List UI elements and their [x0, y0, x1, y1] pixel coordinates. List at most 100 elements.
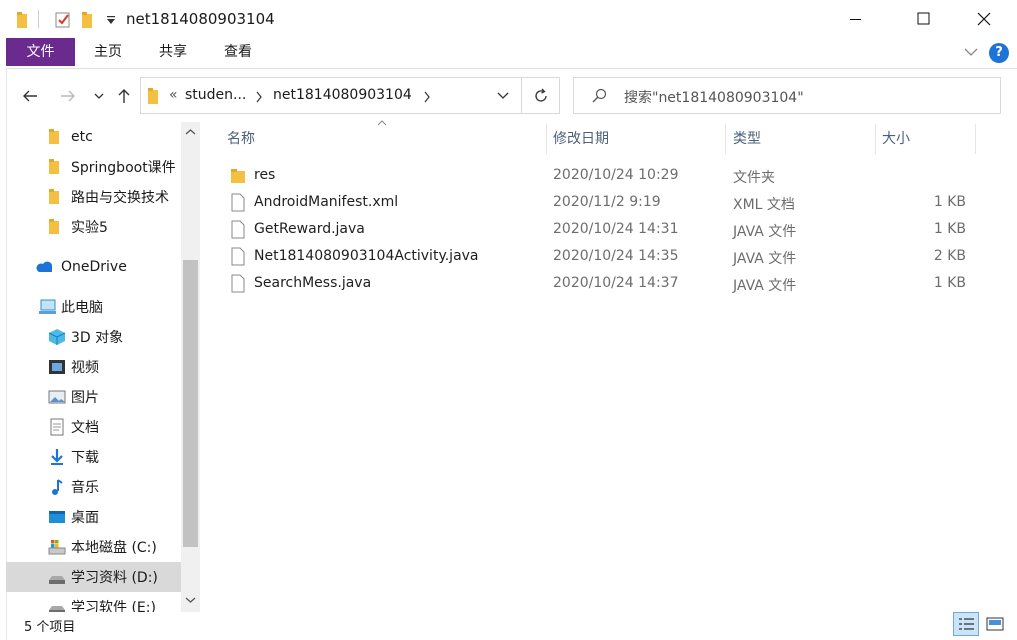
chevron-down-icon [94, 93, 104, 99]
recent-locations-button[interactable] [87, 84, 111, 108]
large-icons-view-icon [986, 617, 1004, 631]
nav-item-music[interactable]: 音乐 [6, 472, 182, 502]
column-divider[interactable] [725, 124, 726, 154]
file-type: XML 文档 [733, 197, 795, 213]
search-icon [592, 88, 607, 103]
chevron-right-icon[interactable] [255, 91, 263, 103]
nav-item-springboot[interactable]: Springboot课件 [6, 152, 182, 182]
refresh-button[interactable] [521, 77, 560, 114]
file-row[interactable]: Net1814080903104Activity.java 2020/10/24… [222, 244, 982, 271]
nav-item-desktop[interactable]: 桌面 [6, 502, 182, 532]
chevron-right-icon[interactable] [423, 91, 431, 103]
pictures-icon [48, 390, 66, 404]
nav-item-3d-objects[interactable]: 3D 对象 [6, 322, 182, 352]
nav-item-label: 音乐 [71, 480, 99, 496]
nav-item-label: Springboot课件 [71, 160, 176, 176]
scroll-down-icon[interactable] [185, 596, 196, 604]
tab-share[interactable]: 共享 [155, 38, 191, 66]
file-name: res [254, 167, 276, 183]
customize-toolbar-icon[interactable] [105, 11, 117, 29]
drive-c-icon [48, 540, 66, 555]
maximize-button[interactable] [901, 0, 947, 38]
nav-item-label: 图片 [71, 390, 99, 406]
minimize-button[interactable] [833, 0, 879, 38]
close-button[interactable] [961, 0, 1007, 38]
maximize-icon [917, 12, 930, 25]
search-input[interactable]: 搜索"net1814080903104" [624, 87, 804, 107]
ribbon-divider [6, 68, 1017, 69]
nav-item-this-pc[interactable]: 此电脑 [6, 292, 182, 322]
file-type: JAVA 文件 [733, 278, 797, 294]
file-type: JAVA 文件 [733, 224, 797, 240]
breadcrumb-segment[interactable]: studen... [185, 87, 246, 103]
nav-item-drive-c[interactable]: 本地磁盘 (C:) [6, 532, 182, 562]
minimize-icon [850, 19, 861, 20]
column-header-name[interactable]: 名称 [227, 124, 255, 154]
folder-icon [49, 129, 59, 144]
file-size: 1 KB [933, 221, 966, 237]
onedrive-icon [36, 261, 52, 272]
nav-item-lab5[interactable]: 实验5 [6, 212, 182, 242]
details-view-icon [959, 618, 974, 630]
file-date: 2020/10/24 14:37 [553, 275, 679, 291]
drive-icon [49, 576, 65, 584]
nav-item-drive-d[interactable]: 学习资料 (D:) [6, 562, 182, 592]
column-divider[interactable] [875, 124, 876, 154]
tab-home[interactable]: 主页 [90, 38, 126, 66]
nav-item-onedrive[interactable]: OneDrive [6, 252, 182, 282]
folder-icon [49, 159, 59, 174]
nav-item-downloads[interactable]: 下载 [6, 442, 182, 472]
details-view-button[interactable] [953, 612, 979, 636]
search-box[interactable]: 搜索"net1814080903104" [573, 77, 1001, 114]
nav-item-label: 此电脑 [61, 300, 103, 316]
item-count: 5 个项目 [24, 620, 76, 635]
chevron-down-icon[interactable] [963, 44, 979, 60]
desktop-icon [49, 511, 65, 523]
tab-file[interactable]: 文件 [6, 38, 75, 66]
nav-item-label: 本地磁盘 (C:) [71, 540, 157, 556]
nav-item-documents[interactable]: 文档 [6, 412, 182, 442]
file-row[interactable]: AndroidManifest.xml 2020/11/2 9:19 XML 文… [222, 190, 982, 217]
properties-icon[interactable] [54, 11, 72, 29]
documents-icon [50, 418, 64, 436]
scroll-up-icon[interactable] [185, 128, 196, 136]
nav-item-label: 视频 [71, 360, 99, 376]
nav-scrollbar[interactable] [181, 122, 200, 612]
folder-icon [49, 189, 59, 204]
column-header-date[interactable]: 修改日期 [553, 124, 609, 154]
up-button[interactable] [112, 84, 136, 108]
chevron-down-icon[interactable] [496, 91, 510, 101]
nav-item-pictures[interactable]: 图片 [6, 382, 182, 412]
file-row[interactable]: SearchMess.java 2020/10/24 14:37 JAVA 文件… [222, 271, 982, 298]
nav-item-etc[interactable]: etc [6, 122, 182, 152]
back-button[interactable] [18, 84, 42, 108]
file-size: 2 KB [933, 248, 966, 264]
nav-item-routing[interactable]: 路由与交换技术 [6, 182, 182, 212]
file-row[interactable]: GetReward.java 2020/10/24 14:31 JAVA 文件 … [222, 217, 982, 244]
help-button[interactable]: ? [989, 43, 1009, 63]
folder-icon [231, 169, 245, 183]
title-bar: net1814080903104 [6, 0, 1017, 38]
nav-item-drive-e[interactable]: 学习软件 (E:) [6, 592, 182, 612]
nav-item-videos[interactable]: 视频 [6, 352, 182, 382]
folder-icon [49, 219, 59, 234]
column-header-type[interactable]: 类型 [733, 124, 761, 154]
large-icons-view-button[interactable] [983, 612, 1009, 636]
address-overflow[interactable]: « [169, 87, 178, 103]
file-row[interactable]: res 2020/10/24 10:29 文件夹 [222, 163, 982, 190]
forward-button[interactable] [56, 84, 80, 108]
new-folder-icon[interactable] [81, 11, 95, 29]
nav-item-label: 下载 [71, 450, 99, 466]
scrollbar-thumb[interactable] [183, 260, 198, 547]
arrow-right-icon [61, 90, 75, 102]
breadcrumb-segment[interactable]: net1814080903104 [273, 87, 412, 103]
tab-view[interactable]: 查看 [220, 38, 256, 66]
drive-icon [49, 606, 65, 612]
nav-item-label: 学习资料 (D:) [71, 570, 158, 586]
column-header-size[interactable]: 大小 [882, 124, 910, 154]
address-bar[interactable]: « studen... net1814080903104 [140, 77, 560, 114]
column-divider[interactable] [546, 124, 547, 154]
file-date: 2020/11/2 9:19 [553, 194, 661, 210]
column-divider[interactable] [975, 124, 976, 154]
navigation-pane: etc Springboot课件 路由与交换技术 实验5 OneDrive 此电… [6, 122, 200, 612]
